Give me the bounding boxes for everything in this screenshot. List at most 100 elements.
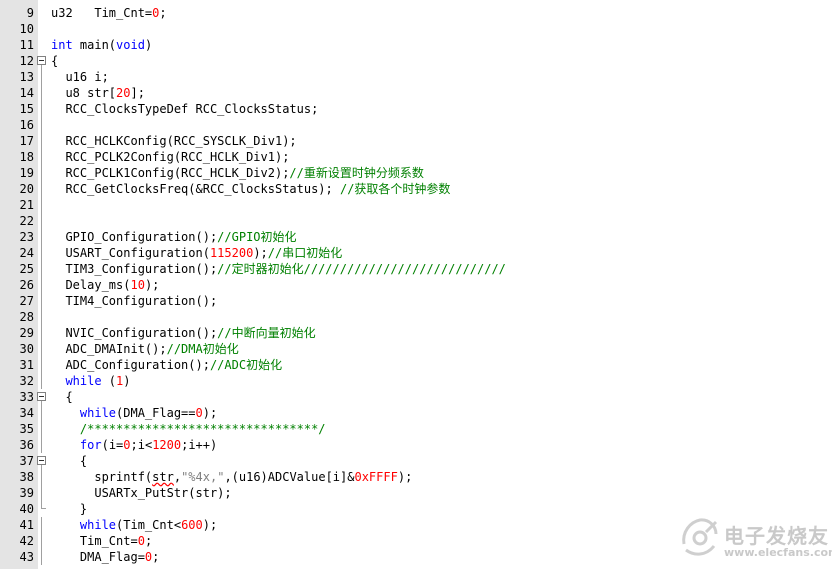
- code-content: {: [51, 389, 73, 405]
- line-number: 41: [19, 518, 34, 532]
- line-number: 31: [19, 358, 34, 372]
- fold-toggle-icon[interactable]: [37, 456, 46, 465]
- code-line[interactable]: 24 USART_Configuration(115200);//串口初始化: [0, 245, 832, 261]
- fold-guide: [41, 197, 42, 213]
- line-number: 10: [19, 22, 34, 36]
- line-number: 26: [19, 278, 34, 292]
- line-number: 17: [19, 134, 34, 148]
- code-editor[interactable]: 9 u32 Tim_Cnt=0; 10 11 int main(void) 12{13 u…: [0, 0, 832, 569]
- code-content: }: [51, 501, 87, 517]
- code-line[interactable]: 28: [0, 309, 832, 325]
- code-text: u32 Tim_Cnt=: [51, 6, 153, 20]
- code-text: ;: [144, 534, 153, 548]
- line-number: 20: [19, 182, 34, 196]
- code-text: USARTx_PutStr(str);: [51, 486, 232, 500]
- code-text: RCC_ClocksTypeDef RCC_ClocksStatus;: [51, 102, 319, 116]
- fold-guide: [41, 341, 42, 357]
- code-line[interactable]: 20 RCC_GetClocksFreq(&RCC_ClocksStatus);…: [0, 181, 832, 197]
- keyword-token: while: [79, 518, 117, 532]
- code-line[interactable]: 12 {: [0, 53, 832, 69]
- code-content: u16 i;: [51, 69, 108, 85]
- code-line[interactable]: 19 RCC_PCLK1Config(RCC_HCLK_Div2);//重新设置…: [0, 165, 832, 181]
- code-content: RCC_GetClocksFreq(&RCC_ClocksStatus); //…: [51, 181, 450, 197]
- line-number: 19: [19, 166, 34, 180]
- code-line[interactable]: 21: [0, 197, 832, 213]
- code-line[interactable]: 16: [0, 117, 832, 133]
- code-line[interactable]: 17 RCC_HCLKConfig(RCC_SYSCLK_Div1);: [0, 133, 832, 149]
- code-text: (DMA_Flag==: [116, 406, 196, 420]
- code-line[interactable]: 36 for(i=0;i<1200;i++): [0, 437, 832, 453]
- code-content: RCC_ClocksTypeDef RCC_ClocksStatus;: [51, 101, 318, 117]
- code-content: /********************************/: [51, 421, 326, 437]
- fold-guide: [41, 117, 42, 133]
- line-number: 28: [19, 310, 34, 324]
- code-text: sprintf(: [51, 470, 153, 484]
- number-token: 10: [130, 278, 145, 292]
- watermark: 电子发烧友 www.elecfans.com: [676, 512, 832, 567]
- comment-token: //获取各个时钟参数: [339, 182, 451, 196]
- fold-guide: [41, 533, 42, 549]
- code-text: ADC_Configuration();: [51, 358, 210, 372]
- line-number: 18: [19, 150, 34, 164]
- code-text: }: [51, 502, 88, 516]
- code-content: RCC_PCLK1Config(RCC_HCLK_Div2);//重新设置时钟分…: [51, 165, 424, 181]
- code-line[interactable]: 32 while (1): [0, 373, 832, 389]
- code-line[interactable]: 13 u16 i;: [0, 69, 832, 85]
- fold-toggle-icon[interactable]: [37, 56, 46, 65]
- fold-guide: [41, 357, 42, 373]
- fold-guide: [41, 485, 42, 501]
- fold-toggle-icon[interactable]: [37, 392, 46, 401]
- code-line[interactable]: 31 ADC_Configuration();//ADC初始化: [0, 357, 832, 373]
- code-text: {: [51, 454, 88, 468]
- code-content: Tim_Cnt=0;: [51, 533, 152, 549]
- number-token: 0: [123, 438, 131, 452]
- code-text: );: [144, 278, 160, 292]
- code-content: while (1): [51, 373, 130, 389]
- code-content: sprintf(str,"%4x,",(u16)ADCValue[i]&0xFF…: [51, 469, 412, 485]
- code-line[interactable]: 10: [0, 21, 832, 37]
- line-number: 39: [19, 486, 34, 500]
- comment-token: //定时器初始化////////////////////////////: [217, 262, 506, 276]
- code-line[interactable]: 27 TIM4_Configuration();: [0, 293, 832, 309]
- code-line[interactable]: 30 ADC_DMAInit();//DMA初始化: [0, 341, 832, 357]
- code-line[interactable]: 15 RCC_ClocksTypeDef RCC_ClocksStatus;: [0, 101, 832, 117]
- line-number: 37: [19, 454, 34, 468]
- line-number: 43: [19, 550, 34, 564]
- code-line[interactable]: 11 int main(void): [0, 37, 832, 53]
- line-number: 42: [19, 534, 34, 548]
- code-text: TIM3_Configuration();: [51, 262, 218, 276]
- code-line[interactable]: 39 USARTx_PutStr(str);: [0, 485, 832, 501]
- code-content: USART_Configuration(115200);//串口初始化: [51, 245, 342, 261]
- code-text: ADC_DMAInit();: [51, 342, 167, 356]
- code-line[interactable]: 38 sprintf(str,"%4x,",(u16)ADCValue[i]&0…: [0, 469, 832, 485]
- code-text: {: [51, 390, 73, 404]
- code-line[interactable]: 26 Delay_ms(10);: [0, 277, 832, 293]
- code-line[interactable]: 14 u8 str[20];: [0, 85, 832, 101]
- comment-token: /********************************/: [51, 422, 326, 436]
- code-line[interactable]: 18 RCC_PCLK2Config(RCC_HCLK_Div1);: [0, 149, 832, 165]
- code-line[interactable]: 25 TIM3_Configuration();//定时器初始化////////…: [0, 261, 832, 277]
- code-line[interactable]: 22: [0, 213, 832, 229]
- code-text: ;i++): [181, 438, 218, 452]
- code-line[interactable]: 35 /********************************/: [0, 421, 832, 437]
- code-content: while(Tim_Cnt<600);: [51, 517, 217, 533]
- line-number: 23: [19, 230, 34, 244]
- fold-guide: [41, 101, 42, 117]
- number-token: 1200: [152, 438, 182, 452]
- code-text: ;: [159, 6, 167, 20]
- line-number: 35: [19, 422, 34, 436]
- comment-token: //重新设置时钟分频系数: [289, 166, 424, 180]
- code-content: {: [51, 53, 58, 69]
- code-line[interactable]: 37 {: [0, 453, 832, 469]
- code-line[interactable]: 33 {: [0, 389, 832, 405]
- line-number: 32: [19, 374, 34, 388]
- code-text: ;i<: [130, 438, 153, 452]
- code-line[interactable]: 9 u32 Tim_Cnt=0;: [0, 5, 832, 21]
- code-line[interactable]: 34 while(DMA_Flag==0);: [0, 405, 832, 421]
- fold-guide: [41, 293, 42, 309]
- number-token: 0: [137, 534, 145, 548]
- code-line[interactable]: 29 NVIC_Configuration();//中断向量初始化: [0, 325, 832, 341]
- code-line[interactable]: 23 GPIO_Configuration();//GPIO初始化: [0, 229, 832, 245]
